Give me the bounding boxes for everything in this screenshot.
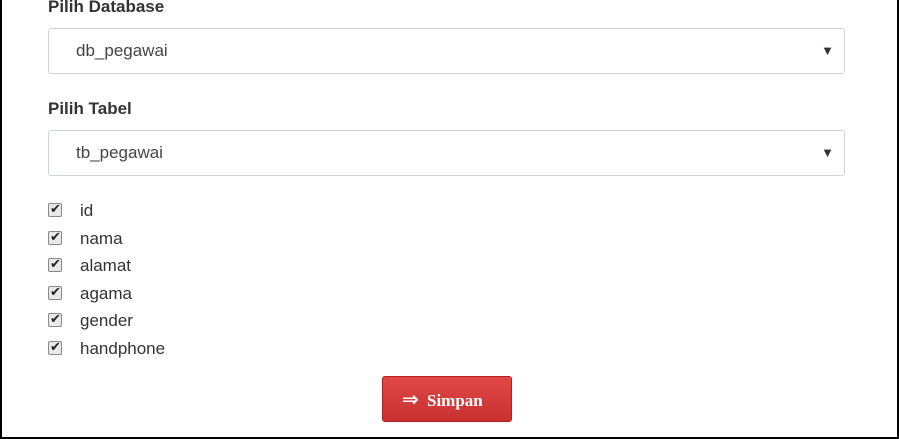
table-label: Pilih Tabel [48,99,132,118]
checkmark-icon: ✔ [50,201,61,216]
checkbox[interactable]: ✔ [48,201,62,217]
database-select-value: db_pegawai [76,41,168,60]
simpan-button[interactable]: ⇒ Simpan [382,376,512,422]
checkbox[interactable]: ✔ [48,256,62,272]
chevron-down-icon: ▼ [821,145,834,160]
checkbox[interactable]: ✔ [48,339,62,355]
checkbox-label: gender [80,311,133,330]
chevron-down-icon: ▼ [821,43,834,58]
checkbox[interactable]: ✔ [48,229,62,245]
checkbox[interactable]: ✔ [48,284,62,300]
table-select-value: tb_pegawai [76,143,163,162]
save-redirect-icon: ⇒ [402,389,419,411]
checkmark-icon: ✔ [50,229,61,244]
checkbox-label: alamat [80,256,132,275]
checkbox-label: id [80,201,94,220]
checkbox-label: handphone [80,339,166,358]
checkmark-icon: ✔ [50,256,61,271]
checkbox[interactable]: ✔ [48,311,62,327]
form-frame: Pilih Database db_pegawai ▼ Pilih Tabel … [0,0,899,439]
checkmark-icon: ✔ [50,284,61,299]
checkmark-icon: ✔ [50,311,61,326]
database-select[interactable]: db_pegawai ▼ [48,28,845,74]
checkmark-icon: ✔ [50,339,61,354]
checkbox-label: nama [80,229,123,248]
table-select[interactable]: tb_pegawai ▼ [48,130,845,176]
checkbox-label: agama [80,284,132,303]
simpan-button-label: Simpan [427,391,483,410]
database-label: Pilih Database [48,0,165,16]
